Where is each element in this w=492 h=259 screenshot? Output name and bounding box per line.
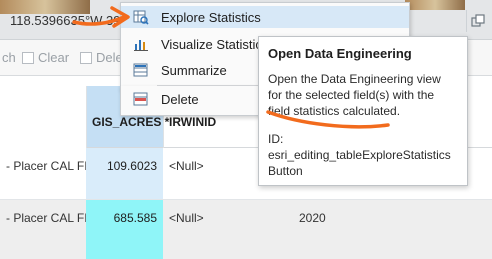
- explore-statistics-icon: [133, 9, 149, 25]
- clear-selection-icon: [22, 51, 34, 64]
- tooltip-command-id: ID: esri_editing_tableExploreStatisticsB…: [268, 131, 458, 179]
- summarize-table-icon: [133, 62, 149, 78]
- switch-button[interactable]: ch: [2, 50, 16, 65]
- delete-table-icon: [133, 91, 149, 107]
- menu-item-label: Visualize Statistics: [161, 36, 269, 52]
- map-navigation-button[interactable]: [466, 10, 488, 32]
- switch-label: ch: [2, 50, 16, 65]
- clear-label: Clear: [38, 50, 70, 65]
- menu-item-label: Summarize: [161, 62, 227, 78]
- table-cell-gis-acres[interactable]: 685.585: [86, 200, 163, 259]
- menu-item-explore-statistics[interactable]: Explore Statistics: [121, 6, 409, 28]
- table-cell-irwinid[interactable]: <Null>: [169, 200, 289, 259]
- menu-item-label: Delete: [161, 91, 199, 107]
- table-cell-name[interactable]: - Placer CAL FIRE: [6, 148, 86, 199]
- tooltip-description: Open the Data Engineering view for the s…: [268, 72, 441, 118]
- menu-item-label: Explore Statistics: [161, 9, 261, 25]
- copy-icon: [470, 14, 485, 27]
- tooltip: Open Data Engineering Open the Data Engi…: [258, 36, 468, 186]
- tooltip-title: Open Data Engineering: [268, 46, 412, 61]
- clear-button[interactable]: Clear: [22, 50, 69, 65]
- map-imagery: [0, 0, 90, 14]
- tooltip-id-value: esri_editing_tableExploreStatisticsButto…: [268, 148, 451, 178]
- tooltip-id-label: ID:: [268, 132, 284, 146]
- table-cell-year[interactable]: 2020: [299, 200, 419, 259]
- map-imagery: [405, 0, 465, 10]
- bar-chart-icon: [133, 36, 149, 52]
- table-row[interactable]: - Placer CAL FIRE 685.585 <Null> 2020: [0, 200, 492, 259]
- delete-icon: [80, 51, 92, 64]
- table-cell-gis-acres[interactable]: 109.6023: [86, 148, 163, 199]
- table-cell-name[interactable]: - Placer CAL FIRE: [6, 200, 86, 259]
